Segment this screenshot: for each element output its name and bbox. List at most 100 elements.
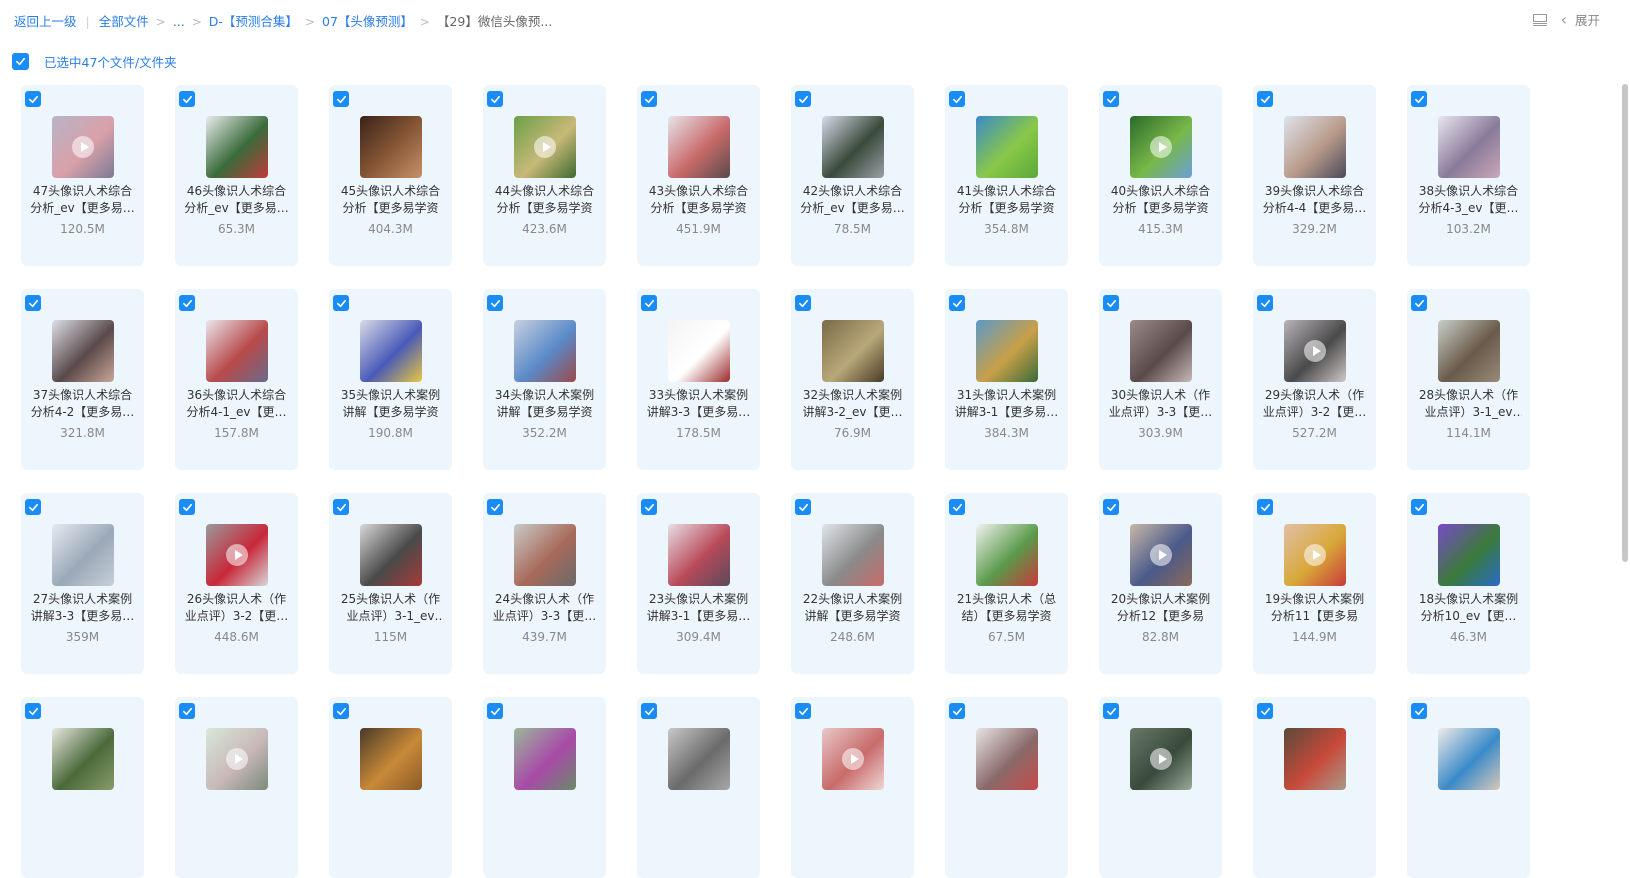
- video-thumbnail[interactable]: [360, 728, 422, 790]
- file-checkbox[interactable]: [1257, 499, 1273, 515]
- file-checkbox[interactable]: [1257, 703, 1273, 719]
- file-card[interactable]: [637, 697, 760, 878]
- video-thumbnail[interactable]: [822, 728, 884, 790]
- video-thumbnail[interactable]: [976, 524, 1038, 586]
- file-checkbox[interactable]: [1411, 295, 1427, 311]
- file-card[interactable]: 37头像识人术综合分析4-2【更多易学资料】 321.8M: [21, 289, 144, 470]
- file-card[interactable]: 31头像识人术案例讲解3-1【更多易学资料】 384.3M: [945, 289, 1068, 470]
- video-thumbnail[interactable]: [976, 320, 1038, 382]
- file-checkbox[interactable]: [795, 91, 811, 107]
- video-thumbnail[interactable]: [1438, 728, 1500, 790]
- file-checkbox[interactable]: [179, 703, 195, 719]
- video-thumbnail[interactable]: [206, 320, 268, 382]
- file-checkbox[interactable]: [25, 703, 41, 719]
- file-card[interactable]: 47头像识人术综合分析_ev【更多易学资料】 120.5M: [21, 85, 144, 266]
- file-checkbox[interactable]: [795, 703, 811, 719]
- file-checkbox[interactable]: [487, 499, 503, 515]
- file-card[interactable]: 45头像识人术综合分析【更多易学资 404.3M: [329, 85, 452, 266]
- file-card[interactable]: 34头像识人术案例讲解【更多易学资 352.2M: [483, 289, 606, 470]
- file-card[interactable]: 43头像识人术综合分析【更多易学资 451.9M: [637, 85, 760, 266]
- file-card[interactable]: [1253, 697, 1376, 878]
- file-checkbox[interactable]: [641, 499, 657, 515]
- file-checkbox[interactable]: [1411, 91, 1427, 107]
- video-thumbnail[interactable]: [668, 116, 730, 178]
- file-checkbox[interactable]: [1103, 703, 1119, 719]
- video-thumbnail[interactable]: [514, 728, 576, 790]
- file-checkbox[interactable]: [1103, 499, 1119, 515]
- file-card[interactable]: [175, 697, 298, 878]
- file-card[interactable]: [329, 697, 452, 878]
- video-thumbnail[interactable]: [1438, 524, 1500, 586]
- file-checkbox[interactable]: [641, 703, 657, 719]
- vertical-scrollbar[interactable]: [1622, 84, 1628, 562]
- file-card[interactable]: 18头像识人术案例分析10_ev【更多易学资料】 46.3M: [1407, 493, 1530, 674]
- video-thumbnail[interactable]: [52, 728, 114, 790]
- video-thumbnail[interactable]: [52, 320, 114, 382]
- file-card[interactable]: 36头像识人术综合分析4-1_ev【更多易学资料】 157.8M: [175, 289, 298, 470]
- file-card[interactable]: 22头像识人术案例讲解【更多易学资 248.6M: [791, 493, 914, 674]
- file-checkbox[interactable]: [1257, 295, 1273, 311]
- video-thumbnail[interactable]: [1284, 728, 1346, 790]
- file-checkbox[interactable]: [1411, 703, 1427, 719]
- file-checkbox[interactable]: [25, 499, 41, 515]
- file-checkbox[interactable]: [1257, 91, 1273, 107]
- video-thumbnail[interactable]: [1130, 116, 1192, 178]
- file-checkbox[interactable]: [333, 499, 349, 515]
- video-thumbnail[interactable]: [668, 320, 730, 382]
- file-card[interactable]: 27头像识人术案例讲解3-3【更多易学资料】 359M: [21, 493, 144, 674]
- file-checkbox[interactable]: [795, 295, 811, 311]
- video-thumbnail[interactable]: [514, 320, 576, 382]
- video-thumbnail[interactable]: [52, 524, 114, 586]
- file-checkbox[interactable]: [333, 295, 349, 311]
- file-checkbox[interactable]: [1103, 295, 1119, 311]
- video-thumbnail[interactable]: [976, 728, 1038, 790]
- file-card[interactable]: 19头像识人术案例分析11【更多易 144.9M: [1253, 493, 1376, 674]
- video-thumbnail[interactable]: [1284, 524, 1346, 586]
- file-checkbox[interactable]: [487, 91, 503, 107]
- file-checkbox[interactable]: [949, 499, 965, 515]
- file-card[interactable]: [945, 697, 1068, 878]
- video-thumbnail[interactable]: [1130, 524, 1192, 586]
- file-card[interactable]: 35头像识人术案例讲解【更多易学资 190.8M: [329, 289, 452, 470]
- file-card[interactable]: [21, 697, 144, 878]
- file-checkbox[interactable]: [333, 703, 349, 719]
- file-card[interactable]: 29头像识人术（作业点评）3-2【更多易学资料】 527.2M: [1253, 289, 1376, 470]
- file-card[interactable]: 32头像识人术案例讲解3-2_ev【更多易学资料】 76.9M: [791, 289, 914, 470]
- video-thumbnail[interactable]: [360, 524, 422, 586]
- video-thumbnail[interactable]: [976, 116, 1038, 178]
- video-thumbnail[interactable]: [822, 320, 884, 382]
- file-checkbox[interactable]: [1411, 499, 1427, 515]
- file-card[interactable]: 44头像识人术综合分析【更多易学资 423.6M: [483, 85, 606, 266]
- file-checkbox[interactable]: [795, 499, 811, 515]
- file-card[interactable]: [483, 697, 606, 878]
- video-thumbnail[interactable]: [1130, 320, 1192, 382]
- file-checkbox[interactable]: [487, 703, 503, 719]
- video-thumbnail[interactable]: [360, 320, 422, 382]
- file-card[interactable]: 41头像识人术综合分析【更多易学资 354.8M: [945, 85, 1068, 266]
- file-checkbox[interactable]: [949, 91, 965, 107]
- file-card[interactable]: 38头像识人术综合分析4-3_ev【更多易学资料】 103.2M: [1407, 85, 1530, 266]
- video-thumbnail[interactable]: [1130, 728, 1192, 790]
- file-checkbox[interactable]: [641, 91, 657, 107]
- file-card[interactable]: 21头像识人术（总结）【更多易学资 67.5M: [945, 493, 1068, 674]
- video-thumbnail[interactable]: [1438, 320, 1500, 382]
- file-card[interactable]: 28头像识人术（作业点评）3-1_ev【更多易学资料】 114.1M: [1407, 289, 1530, 470]
- file-card[interactable]: 20头像识人术案例分析12【更多易 82.8M: [1099, 493, 1222, 674]
- file-card[interactable]: 33头像识人术案例讲解3-3【更多易学资料】 178.5M: [637, 289, 760, 470]
- video-thumbnail[interactable]: [822, 116, 884, 178]
- video-thumbnail[interactable]: [514, 116, 576, 178]
- file-card[interactable]: [791, 697, 914, 878]
- video-thumbnail[interactable]: [822, 524, 884, 586]
- video-thumbnail[interactable]: [52, 116, 114, 178]
- file-card[interactable]: 24头像识人术（作业点评）3-3【更多易学资料】 439.7M: [483, 493, 606, 674]
- file-card[interactable]: 26头像识人术（作业点评）3-2【更多易学资料】 448.6M: [175, 493, 298, 674]
- file-checkbox[interactable]: [949, 295, 965, 311]
- video-thumbnail[interactable]: [360, 116, 422, 178]
- video-thumbnail[interactable]: [668, 728, 730, 790]
- video-thumbnail[interactable]: [514, 524, 576, 586]
- file-card[interactable]: [1099, 697, 1222, 878]
- file-checkbox[interactable]: [949, 703, 965, 719]
- file-card[interactable]: 23头像识人术案例讲解3-1【更多易学资料】 309.4M: [637, 493, 760, 674]
- video-thumbnail[interactable]: [1284, 116, 1346, 178]
- video-thumbnail[interactable]: [206, 524, 268, 586]
